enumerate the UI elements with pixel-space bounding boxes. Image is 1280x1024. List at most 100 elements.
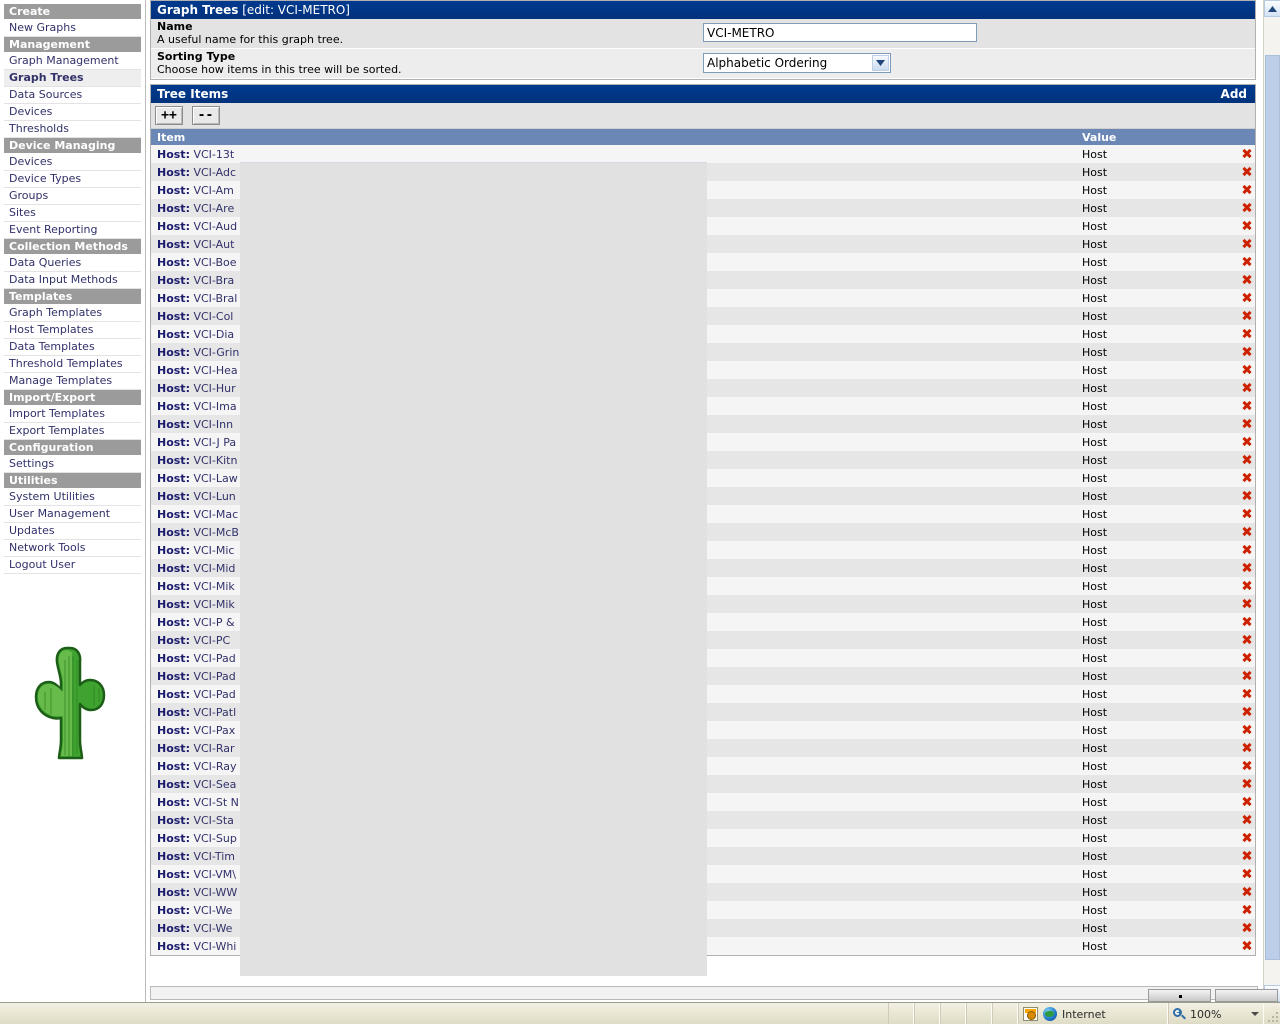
delete-x-icon[interactable] xyxy=(1242,563,1251,572)
delete-x-icon[interactable] xyxy=(1242,581,1251,590)
delete-x-icon[interactable] xyxy=(1242,509,1251,518)
sidebar-item-data-queries[interactable]: Data Queries xyxy=(4,255,141,272)
delete-x-icon[interactable] xyxy=(1242,347,1251,356)
tree-item-link[interactable]: VCI-Mid xyxy=(190,562,235,575)
tree-item-link[interactable]: VCI-We xyxy=(190,904,232,917)
sidebar-item-graph-management[interactable]: Graph Management xyxy=(4,53,141,70)
tree-item-link[interactable]: VCI-Sta xyxy=(190,814,233,827)
tree-item-link[interactable]: VCI-Adc xyxy=(190,166,236,179)
tree-item-link[interactable]: VCI-Whi xyxy=(190,940,236,953)
tree-item-link[interactable]: VCI-Pad xyxy=(190,670,235,683)
delete-x-icon[interactable] xyxy=(1242,203,1251,212)
vertical-scrollbar[interactable] xyxy=(1263,0,1280,1002)
tree-item-link[interactable]: VCI-Patl xyxy=(190,706,236,719)
tree-item-link[interactable]: VCI-We xyxy=(190,922,232,935)
tree-item-link[interactable]: VCI-Pad xyxy=(190,688,235,701)
delete-x-icon[interactable] xyxy=(1242,707,1251,716)
tree-item-link[interactable]: VCI-Col xyxy=(190,310,233,323)
tree-item-link[interactable]: VCI-Lun xyxy=(190,490,235,503)
sidebar-item-manage-templates[interactable]: Manage Templates xyxy=(4,373,141,390)
delete-x-icon[interactable] xyxy=(1242,257,1251,266)
sidebar-item-updates[interactable]: Updates xyxy=(4,523,141,540)
sidebar-item-new-graphs[interactable]: New Graphs xyxy=(4,20,141,37)
vertical-scrollbar-thumb[interactable] xyxy=(1265,55,1280,960)
delete-x-icon[interactable] xyxy=(1242,941,1251,950)
tree-item-link[interactable]: VCI-PC xyxy=(190,634,230,647)
delete-x-icon[interactable] xyxy=(1242,833,1251,842)
sidebar-item-sites[interactable]: Sites xyxy=(4,205,141,222)
tree-item-link[interactable]: VCI-Pax xyxy=(190,724,235,737)
delete-x-icon[interactable] xyxy=(1242,923,1251,932)
tree-item-link[interactable]: VCI-Ima xyxy=(190,400,236,413)
delete-x-icon[interactable] xyxy=(1242,617,1251,626)
delete-x-icon[interactable] xyxy=(1242,815,1251,824)
delete-x-icon[interactable] xyxy=(1242,761,1251,770)
delete-x-icon[interactable] xyxy=(1242,293,1251,302)
tree-item-link[interactable]: VCI-Sea xyxy=(190,778,236,791)
delete-x-icon[interactable] xyxy=(1242,311,1251,320)
tree-item-link[interactable]: VCI-Mik xyxy=(190,598,234,611)
sidebar-item-system-utilities[interactable]: System Utilities xyxy=(4,489,141,506)
horizontal-scrollbar[interactable] xyxy=(1148,989,1278,1002)
delete-x-icon[interactable] xyxy=(1242,743,1251,752)
horizontal-scrollbar-thumb-right[interactable] xyxy=(1215,989,1278,1002)
delete-x-icon[interactable] xyxy=(1242,653,1251,662)
delete-x-icon[interactable] xyxy=(1242,419,1251,428)
delete-x-icon[interactable] xyxy=(1242,383,1251,392)
delete-x-icon[interactable] xyxy=(1242,185,1251,194)
delete-x-icon[interactable] xyxy=(1242,671,1251,680)
collapse-all-button[interactable]: -- xyxy=(191,106,220,125)
tree-item-link[interactable]: VCI-Mik xyxy=(190,580,234,593)
sidebar-item-host-templates[interactable]: Host Templates xyxy=(4,322,141,339)
sidebar-item-threshold-templates[interactable]: Threshold Templates xyxy=(4,356,141,373)
tree-item-link[interactable]: VCI-Am xyxy=(190,184,233,197)
sidebar-item-network-tools[interactable]: Network Tools xyxy=(4,540,141,557)
tree-item-link[interactable]: VCI-P & xyxy=(190,616,234,629)
tree-item-link[interactable]: VCI-Tim xyxy=(190,850,235,863)
delete-x-icon[interactable] xyxy=(1242,689,1251,698)
sidebar-item-export-templates[interactable]: Export Templates xyxy=(4,423,141,440)
delete-x-icon[interactable] xyxy=(1242,797,1251,806)
tree-item-link[interactable]: VCI-Sup xyxy=(190,832,236,845)
delete-x-icon[interactable] xyxy=(1242,239,1251,248)
tree-item-link[interactable]: VCI-Kitn xyxy=(190,454,237,467)
tree-item-link[interactable]: VCI-Dia xyxy=(190,328,234,341)
tree-item-link[interactable]: VCI-J Pa xyxy=(190,436,236,449)
tree-item-link[interactable]: VCI-Bral xyxy=(190,292,237,305)
delete-x-icon[interactable] xyxy=(1242,167,1251,176)
caret-down-icon[interactable] xyxy=(1251,1012,1259,1016)
delete-x-icon[interactable] xyxy=(1242,491,1251,500)
tree-item-link[interactable]: VCI-Bra xyxy=(190,274,234,287)
delete-x-icon[interactable] xyxy=(1242,545,1251,554)
tree-item-link[interactable]: VCI-Hur xyxy=(190,382,235,395)
sidebar-item-graph-trees[interactable]: Graph Trees xyxy=(4,70,141,87)
delete-x-icon[interactable] xyxy=(1242,779,1251,788)
tree-item-link[interactable]: VCI-Aut xyxy=(190,238,234,251)
delete-x-icon[interactable] xyxy=(1242,455,1251,464)
delete-x-icon[interactable] xyxy=(1242,527,1251,536)
tree-name-input[interactable] xyxy=(703,23,977,42)
delete-x-icon[interactable] xyxy=(1242,599,1251,608)
sidebar-item-import-templates[interactable]: Import Templates xyxy=(4,406,141,423)
scroll-up-button[interactable] xyxy=(1264,0,1280,17)
sidebar-item-devices[interactable]: Devices xyxy=(4,104,141,121)
column-header-value[interactable]: Value xyxy=(1076,129,1231,145)
tree-item-link[interactable]: VCI-WW xyxy=(190,886,237,899)
sidebar-item-settings[interactable]: Settings xyxy=(4,456,141,473)
security-zone-indicator[interactable]: Internet xyxy=(1018,1003,1168,1024)
horizontal-scrollbar-thumb-left[interactable] xyxy=(1148,989,1211,1002)
sidebar-item-data-input-methods[interactable]: Data Input Methods xyxy=(4,272,141,289)
tree-item-link[interactable]: VCI-McB xyxy=(190,526,239,539)
delete-x-icon[interactable] xyxy=(1242,329,1251,338)
tree-item-link[interactable]: VCI-Grin xyxy=(190,346,239,359)
tree-item-link[interactable]: VCI-Pad xyxy=(190,652,235,665)
tree-item-link[interactable]: VCI-Hea xyxy=(190,364,237,377)
delete-x-icon[interactable] xyxy=(1242,275,1251,284)
window-resize-grip[interactable] xyxy=(1264,1008,1278,1022)
sidebar-item-devices[interactable]: Devices xyxy=(4,154,141,171)
delete-x-icon[interactable] xyxy=(1242,851,1251,860)
tree-item-link[interactable]: VCI-Law xyxy=(190,472,237,485)
zoom-control[interactable]: + 100% xyxy=(1168,1003,1264,1024)
delete-x-icon[interactable] xyxy=(1242,635,1251,644)
tree-item-link[interactable]: VCI-Mic xyxy=(190,544,234,557)
